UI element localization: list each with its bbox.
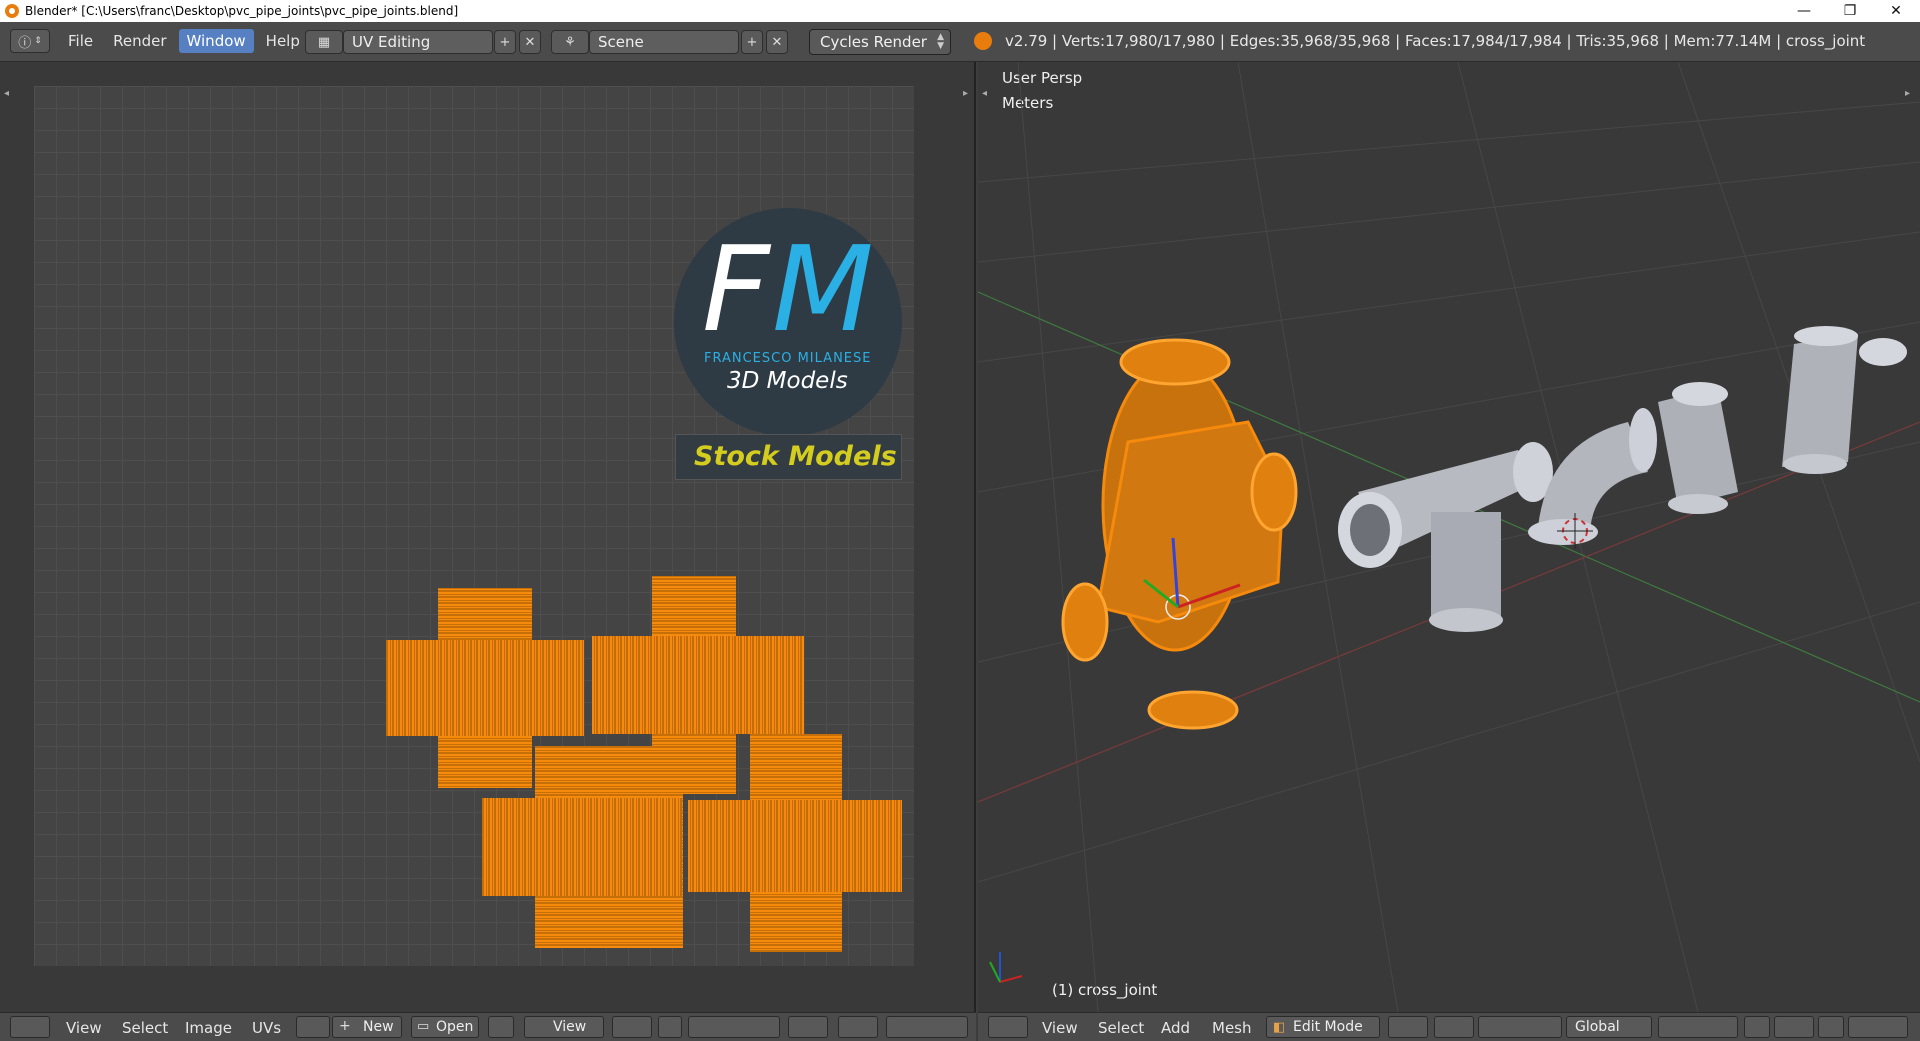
magnet-icon[interactable] <box>1818 1016 1844 1038</box>
limit-selection-icon[interactable] <box>1744 1016 1770 1038</box>
vp-menu-select[interactable]: Select <box>1098 1019 1144 1037</box>
vp-menu-add[interactable]: Add <box>1161 1019 1190 1037</box>
uv-islands[interactable] <box>0 0 976 1012</box>
proportional-edit-dropdown[interactable] <box>838 1016 878 1038</box>
pin-icon[interactable] <box>488 1016 514 1038</box>
new-image-button[interactable]: + New <box>332 1016 402 1038</box>
uv-menu-select[interactable]: Select <box>122 1019 168 1037</box>
uv-view-mode-label: View <box>553 1019 587 1035</box>
folder-icon: ▭ <box>417 1019 430 1034</box>
axis-gizmo-icon <box>989 952 1023 983</box>
editor-type-image-button[interactable] <box>10 1016 50 1038</box>
wye-joint-mesh[interactable] <box>1782 326 1907 474</box>
maximize-button[interactable]: ❐ <box>1827 0 1873 22</box>
proportional-edit-dropdown[interactable] <box>1774 1016 1814 1038</box>
transform-orientation-label: Global <box>1575 1019 1620 1035</box>
pivot-point-dropdown[interactable] <box>1434 1016 1474 1038</box>
viewport-shading-dropdown[interactable] <box>1388 1016 1428 1038</box>
image-browse-button[interactable] <box>296 1016 330 1038</box>
uv-menu-view[interactable]: View <box>66 1019 102 1037</box>
uv-menu-image[interactable]: Image <box>185 1019 232 1037</box>
snap-settings-buttons[interactable] <box>886 1016 968 1038</box>
editor-type-3d-button[interactable] <box>988 1016 1028 1038</box>
wye-joint-mesh[interactable] <box>1658 382 1738 514</box>
plus-icon: + <box>339 1018 351 1034</box>
uv-menu-uvs[interactable]: UVs <box>252 1019 281 1037</box>
vp-menu-mesh[interactable]: Mesh <box>1212 1019 1252 1037</box>
sync-select-icon[interactable] <box>658 1016 682 1038</box>
uv-select-mode-buttons[interactable] <box>688 1016 780 1038</box>
edit-mode-icon: ◧ <box>1273 1020 1286 1035</box>
minimize-button[interactable]: — <box>1781 0 1827 22</box>
tee-joint-mesh[interactable] <box>1338 442 1553 632</box>
transform-orientation-dropdown[interactable]: Global <box>1566 1016 1652 1038</box>
open-image-label: Open <box>436 1019 474 1035</box>
scene-statistics: v2.79 | Verts:17,980/17,980 | Edges:35,9… <box>1005 32 1866 50</box>
pivot-dropdown[interactable] <box>612 1016 652 1038</box>
uv-view-mode-dropdown[interactable]: View <box>524 1016 604 1038</box>
interaction-mode-label: Edit Mode <box>1293 1019 1363 1035</box>
cross-joint-mesh[interactable] <box>1061 338 1298 730</box>
select-mode-buttons[interactable] <box>1658 1016 1738 1038</box>
viewport-scene[interactable] <box>978 62 1920 1012</box>
viewport-header: View Select Add Mesh ◧ Edit Mode Global <box>978 1012 1920 1041</box>
vp-menu-view[interactable]: View <box>1042 1019 1078 1037</box>
manipulator-buttons[interactable] <box>1478 1016 1562 1038</box>
snap-element-dropdown[interactable] <box>1848 1016 1908 1038</box>
sticky-select-dropdown[interactable] <box>788 1016 828 1038</box>
open-image-button[interactable]: ▭ Open <box>411 1016 479 1038</box>
uv-editor-header: View Select Image UVs + New ▭ Open View <box>0 1012 976 1041</box>
close-button[interactable]: ✕ <box>1873 0 1919 22</box>
new-image-label: New <box>363 1019 394 1035</box>
blender-version-icon <box>974 32 992 50</box>
interaction-mode-dropdown[interactable]: ◧ Edit Mode <box>1266 1016 1380 1038</box>
